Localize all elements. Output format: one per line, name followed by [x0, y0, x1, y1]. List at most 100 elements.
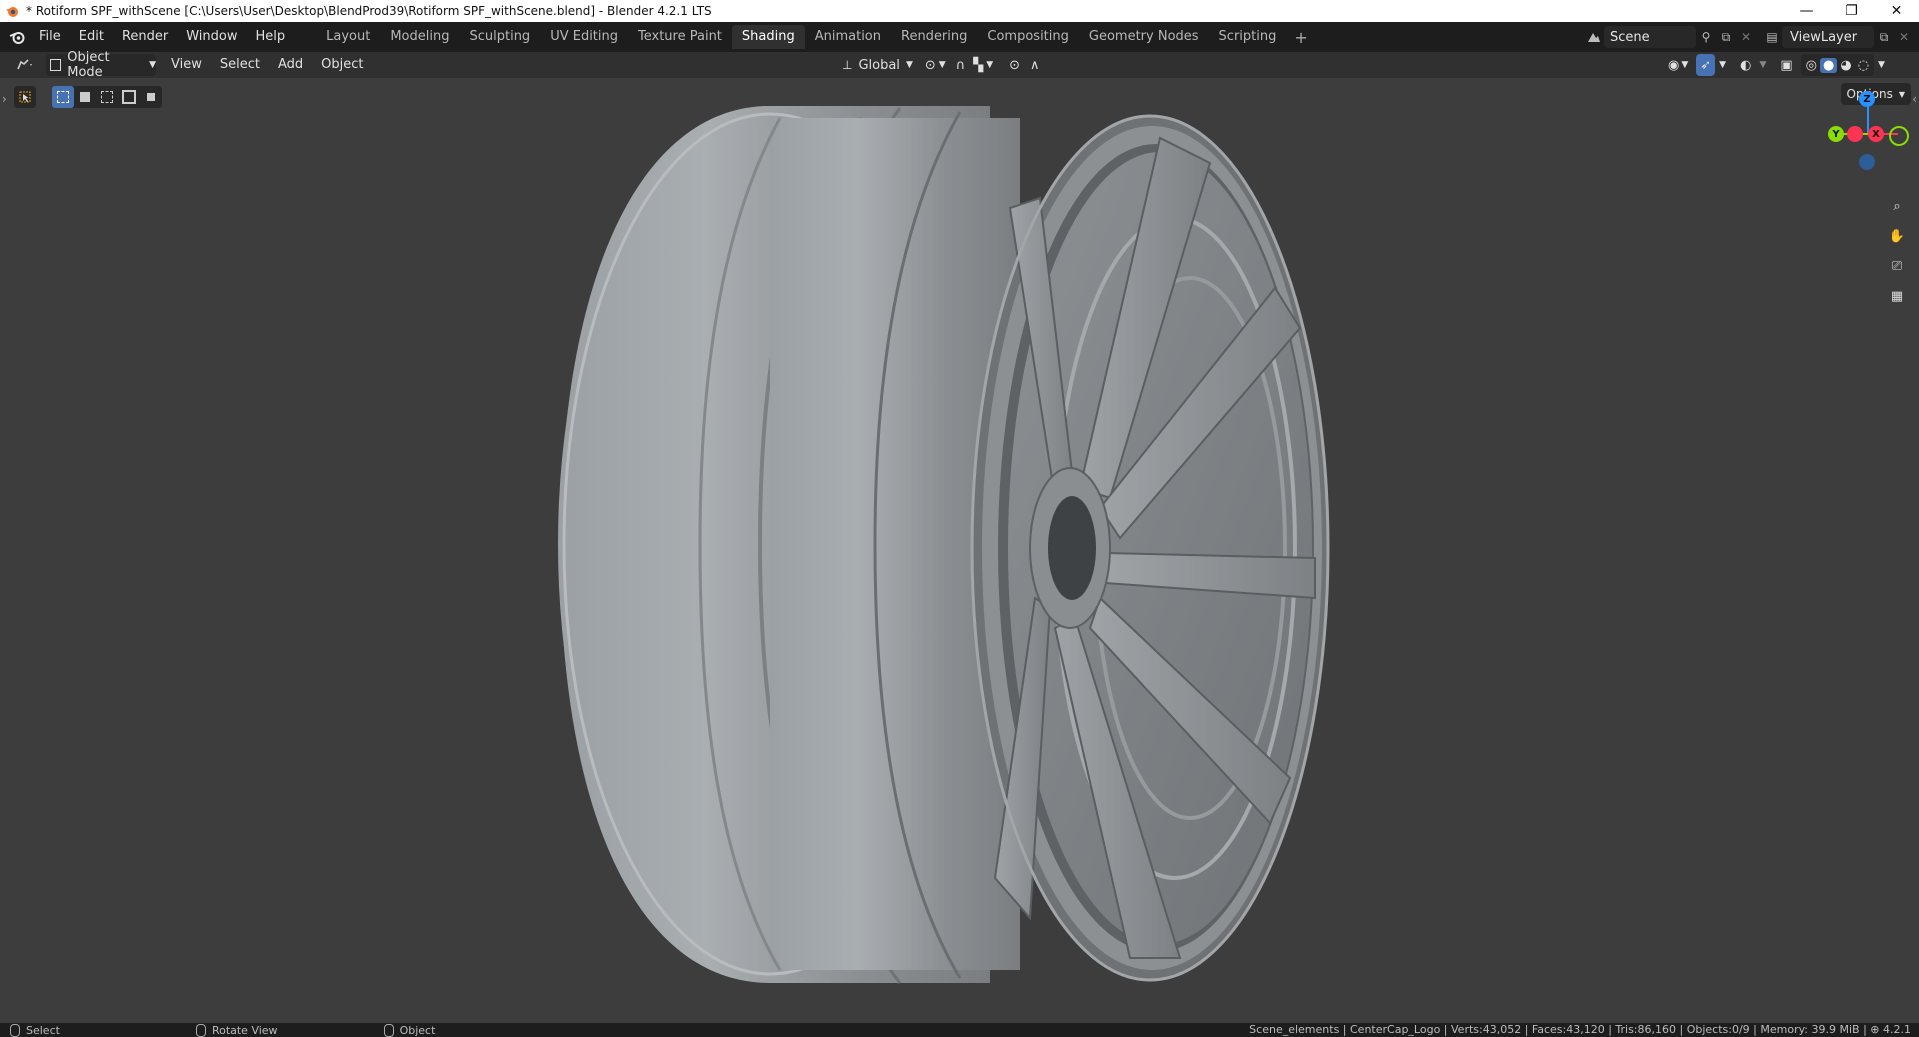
chevron-down-icon: ▼ [149, 60, 156, 70]
pivot-icon: ⊙ [924, 57, 936, 73]
tab-rendering[interactable]: Rendering [891, 25, 977, 49]
new-viewlayer-icon[interactable]: ⧉ [1874, 26, 1894, 48]
mouse-right-icon [383, 1023, 394, 1037]
mouse-left-icon [10, 1023, 20, 1037]
overlay-toggle[interactable]: ◐ [1736, 54, 1755, 76]
pivot-point-dropdown[interactable]: ⊙ ▼ [919, 54, 952, 76]
close-button[interactable]: ✕ [1874, 0, 1919, 22]
menu-file[interactable]: File [30, 25, 70, 49]
gizmo-neg-y-axis[interactable] [1889, 126, 1909, 146]
workspace-tabs: Layout Modeling Sculpting UV Editing Tex… [316, 25, 1316, 49]
gizmo-toggle[interactable]: ➶ [1696, 54, 1716, 76]
snap-grid-icon: ▚ [973, 57, 984, 73]
blender-logo-icon[interactable] [4, 22, 30, 52]
falloff-dropdown[interactable]: ∧ [1026, 54, 1044, 76]
gizmo-dropdown[interactable]: ▼ [1715, 54, 1730, 76]
overlay-icon: ◐ [1740, 57, 1752, 73]
hint-label: Rotate View [211, 1023, 278, 1037]
menu-help[interactable]: Help [247, 25, 295, 49]
orientation-label: Global [858, 57, 900, 73]
delete-scene-icon[interactable]: ✕ [1736, 26, 1756, 48]
overlay-dropdown[interactable]: ▼ [1755, 54, 1770, 76]
3d-viewport[interactable]: › ‹ Options ▼ [0, 78, 1919, 1023]
gizmo-z-axis[interactable]: Z [1859, 91, 1875, 107]
xray-toggle[interactable]: ▣ [1776, 54, 1796, 76]
hint-label: Object [399, 1023, 436, 1037]
rendered-shading-icon[interactable]: ◌ [1855, 58, 1872, 73]
viewlayer-selector: ▤ ViewLayer ⧉ ✕ [1762, 25, 1914, 49]
wireframe-shading-icon[interactable]: ◎ [1803, 58, 1820, 73]
menu-render[interactable]: Render [113, 25, 177, 49]
editor-type-button[interactable] [10, 54, 40, 76]
main-menu: File Edit Render Window Help [30, 25, 294, 49]
snap-toggle[interactable]: ∩ [952, 54, 970, 76]
magnet-icon: ∩ [955, 57, 966, 73]
mode-label: Object Mode [67, 50, 110, 80]
tab-shading[interactable]: Shading [731, 25, 805, 49]
xray-icon: ▣ [1780, 57, 1793, 73]
status-bar: Select Rotate View Object Scene_elements… [0, 1023, 1919, 1037]
blender-topbar: File Edit Render Window Help Layout Mode… [0, 22, 1919, 52]
snap-target-dropdown[interactable]: ▚ ▼ [969, 54, 997, 76]
gizmo-y-axis[interactable]: Y [1828, 126, 1844, 142]
viewlayer-name: ViewLayer [1790, 29, 1858, 45]
chevron-down-icon: ▼ [905, 60, 913, 70]
tab-uv-editing[interactable]: UV Editing [540, 25, 628, 49]
hint-label: Select [26, 1023, 60, 1037]
transform-orientation-dropdown[interactable]: ⊥ Global ▼ [836, 54, 919, 76]
scene-name-field[interactable]: Scene [1604, 26, 1696, 48]
viewport-menu-object[interactable]: Object [312, 54, 372, 76]
delete-viewlayer-icon[interactable]: ✕ [1894, 26, 1914, 48]
tab-animation[interactable]: Animation [805, 25, 891, 49]
orientation-icon: ⊥ [842, 58, 853, 72]
viewlayer-name-field[interactable]: ViewLayer [1782, 26, 1874, 48]
tab-scripting[interactable]: Scripting [1209, 25, 1287, 49]
scene-icon[interactable] [1584, 26, 1604, 48]
tab-compositing[interactable]: Compositing [977, 25, 1079, 49]
navigation-gizmo[interactable]: Z Y X [1820, 90, 1910, 170]
eye-icon: ◉ [1668, 57, 1680, 73]
tab-modeling[interactable]: Modeling [380, 25, 459, 49]
grid-icon[interactable]: ▦ [1884, 284, 1910, 308]
viewport-menu-select[interactable]: Select [211, 54, 269, 76]
zoom-icon[interactable]: ⌕ [1884, 194, 1910, 218]
new-scene-icon[interactable]: ⧉ [1716, 26, 1736, 48]
status-hint-select: Select [10, 1023, 60, 1037]
camera-icon[interactable]: ⎚ [1884, 254, 1910, 278]
menu-edit[interactable]: Edit [70, 25, 113, 49]
material-shading-icon[interactable]: ◕ [1837, 58, 1854, 73]
scene-statistics: Scene_elements | CenterCap_Logo | Verts:… [1249, 1023, 1911, 1036]
tab-geometry-nodes[interactable]: Geometry Nodes [1079, 25, 1209, 49]
viewlayer-icon[interactable]: ▤ [1762, 26, 1782, 48]
scene-selector: Scene ⚲ ⧉ ✕ [1584, 25, 1756, 49]
blender-app-icon [4, 3, 20, 19]
object-mode-icon [50, 59, 62, 71]
mode-dropdown[interactable]: Object Mode ▼ [46, 50, 156, 80]
pin-icon[interactable]: ⚲ [1696, 26, 1716, 48]
minimize-button[interactable]: — [1784, 0, 1829, 22]
scene-name: Scene [1610, 29, 1650, 45]
gizmo-x-axis[interactable]: X [1868, 126, 1884, 142]
visibility-dropdown[interactable]: ◉ ▼ [1664, 54, 1692, 76]
add-workspace-button[interactable]: + [1286, 28, 1315, 47]
viewport-header: Object Mode ▼ View Select Add Object ⊥ G… [0, 50, 1919, 80]
gizmo-neg-x-axis[interactable] [1847, 126, 1863, 142]
proportional-edit-toggle[interactable]: ⊙ [1003, 54, 1026, 76]
status-hint-rotate: Rotate View [195, 1023, 278, 1037]
viewport-menu-add[interactable]: Add [269, 54, 312, 76]
falloff-curve-icon: ∧ [1030, 57, 1040, 73]
viewport-menu-view[interactable]: View [162, 54, 211, 76]
shading-dropdown[interactable]: ▼ [1874, 54, 1889, 76]
gizmo-neg-z-axis[interactable] [1859, 154, 1875, 170]
window-titlebar: * Rotiform SPF_withScene [C:\Users\User\… [0, 0, 1919, 22]
maximize-button[interactable]: ❐ [1829, 0, 1874, 22]
tab-sculpting[interactable]: Sculpting [459, 25, 540, 49]
proportional-icon: ⊙ [1009, 57, 1021, 73]
menu-window[interactable]: Window [177, 25, 246, 49]
pan-hand-icon[interactable]: ✋ [1884, 224, 1910, 248]
shading-modes: ◎ ● ◕ ◌ [1800, 54, 1875, 76]
wheel-model [558, 106, 1330, 984]
tab-texture-paint[interactable]: Texture Paint [628, 25, 732, 49]
tab-layout[interactable]: Layout [316, 25, 380, 49]
solid-shading-icon[interactable]: ● [1820, 57, 1838, 73]
